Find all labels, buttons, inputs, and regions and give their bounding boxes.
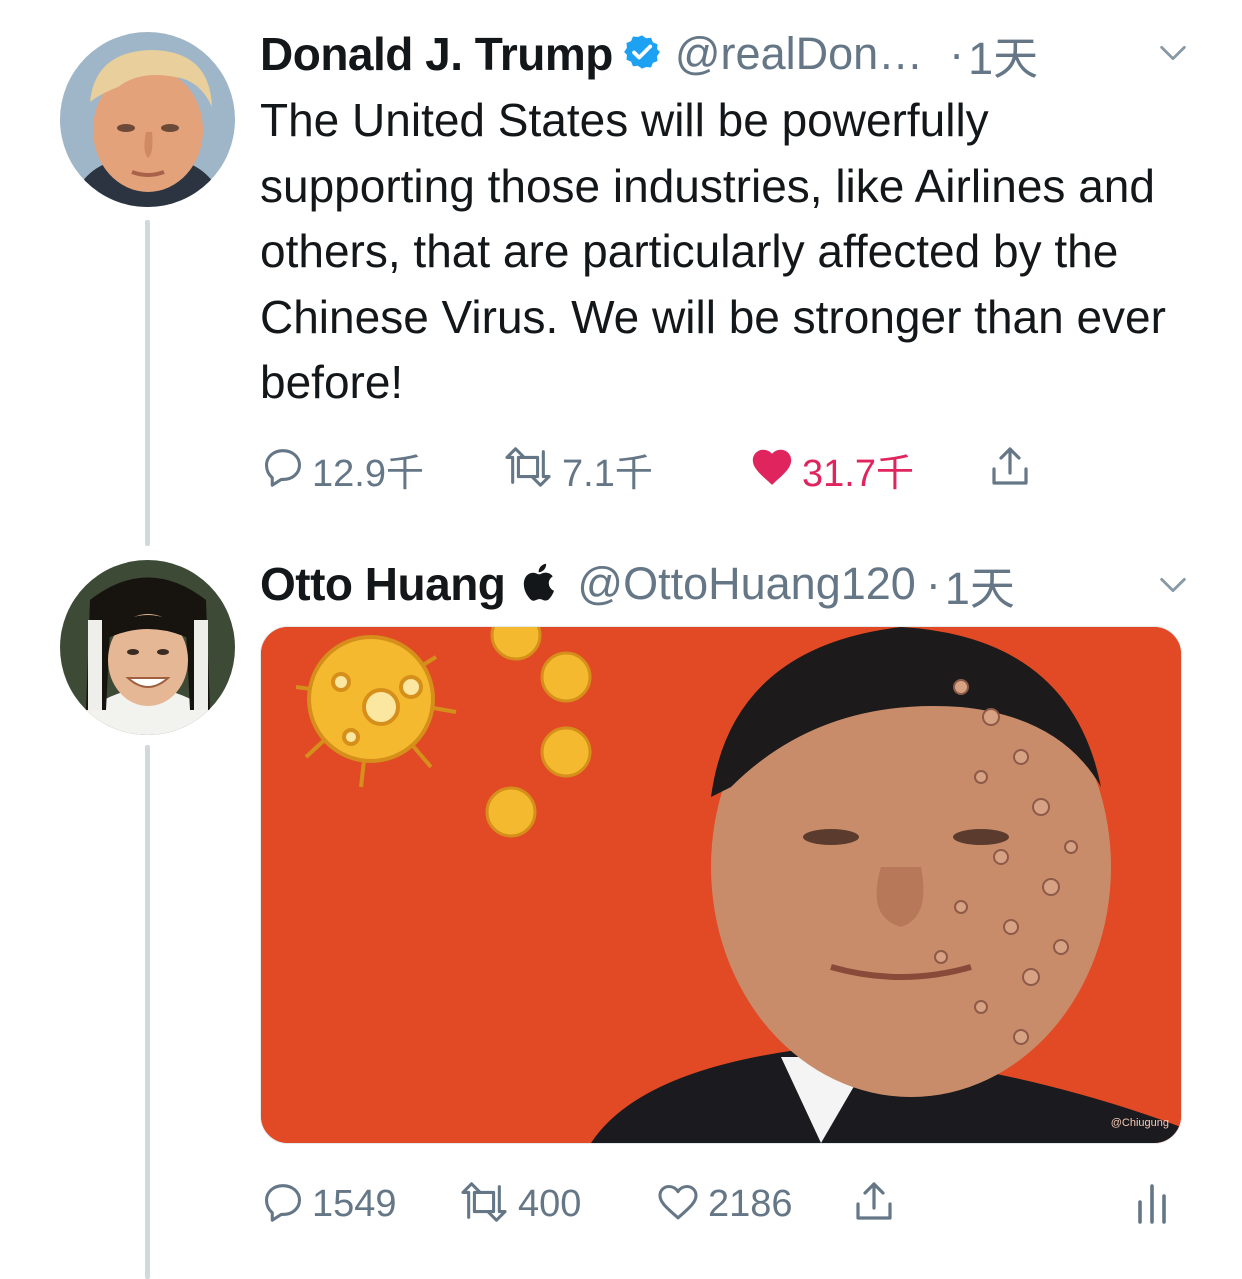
timestamp[interactable]: 1天 [945, 552, 1015, 617]
reply-button[interactable]: 12.9千 [260, 444, 424, 495]
heart-outline-icon [654, 1179, 702, 1230]
share-button[interactable] [986, 444, 1034, 494]
tweet-text: The United States will be powerfully sup… [260, 94, 1166, 408]
media-watermark: @Chiugung [1110, 1117, 1169, 1129]
reply-count: 1549 [312, 1182, 397, 1225]
avatar[interactable] [60, 560, 235, 735]
display-name[interactable]: Donald J. Trump [260, 27, 613, 81]
tweet-actions: 1549 400 2186 [260, 1179, 1200, 1229]
share-icon [986, 443, 1034, 496]
verified-badge-icon [623, 33, 661, 76]
tweet-actions: 12.9千 7.1千 31.7千 [260, 444, 1200, 495]
share-button[interactable] [850, 1179, 898, 1229]
tweet-header: Otto Huang @OttoHuang120 · 1天 [260, 554, 1015, 614]
tweet[interactable]: Donald J. Trump @realDon… · 1天 The Unite… [260, 24, 1200, 504]
analytics-button[interactable] [1134, 1179, 1170, 1229]
thread-line [145, 745, 150, 1279]
like-count: 2186 [708, 1182, 793, 1225]
retweet-count: 400 [518, 1182, 582, 1225]
reply-button[interactable]: 1549 [260, 1179, 397, 1229]
like-button[interactable]: 31.7千 [748, 444, 914, 495]
user-handle[interactable]: @OttoHuang120 [577, 558, 915, 610]
avatar[interactable] [60, 32, 235, 207]
retweet-icon [456, 1179, 512, 1230]
user-handle[interactable]: @realDon… [675, 28, 923, 80]
reply-count: 12.9千 [312, 452, 424, 495]
reply-icon [260, 444, 306, 495]
dot-separator: · [949, 28, 965, 79]
like-count: 31.7千 [802, 452, 914, 495]
media-image[interactable]: @Chiugung [260, 626, 1182, 1144]
retweet-count: 7.1千 [562, 452, 653, 495]
retweet-icon [500, 444, 556, 495]
retweet-button[interactable]: 7.1千 [500, 444, 653, 495]
thread-line [145, 220, 150, 546]
chevron-down-icon[interactable] [1156, 568, 1190, 607]
like-button[interactable]: 2186 [654, 1179, 793, 1229]
share-icon [850, 1178, 898, 1231]
tweet[interactable]: Otto Huang @OttoHuang120 · 1天 @Chiugung … [260, 554, 1200, 1254]
display-name[interactable]: Otto Huang [260, 557, 506, 611]
retweet-button[interactable]: 400 [456, 1179, 581, 1229]
heart-filled-icon [748, 444, 796, 495]
analytics-icon [1134, 1178, 1170, 1231]
timestamp[interactable]: 1天 [968, 22, 1038, 87]
apple-logo-icon [521, 562, 555, 607]
tweet-header: Donald J. Trump @realDon… · 1天 [260, 24, 1038, 84]
dot-separator: · [925, 558, 941, 609]
chevron-down-icon[interactable] [1156, 36, 1190, 75]
reply-icon [260, 1179, 306, 1230]
